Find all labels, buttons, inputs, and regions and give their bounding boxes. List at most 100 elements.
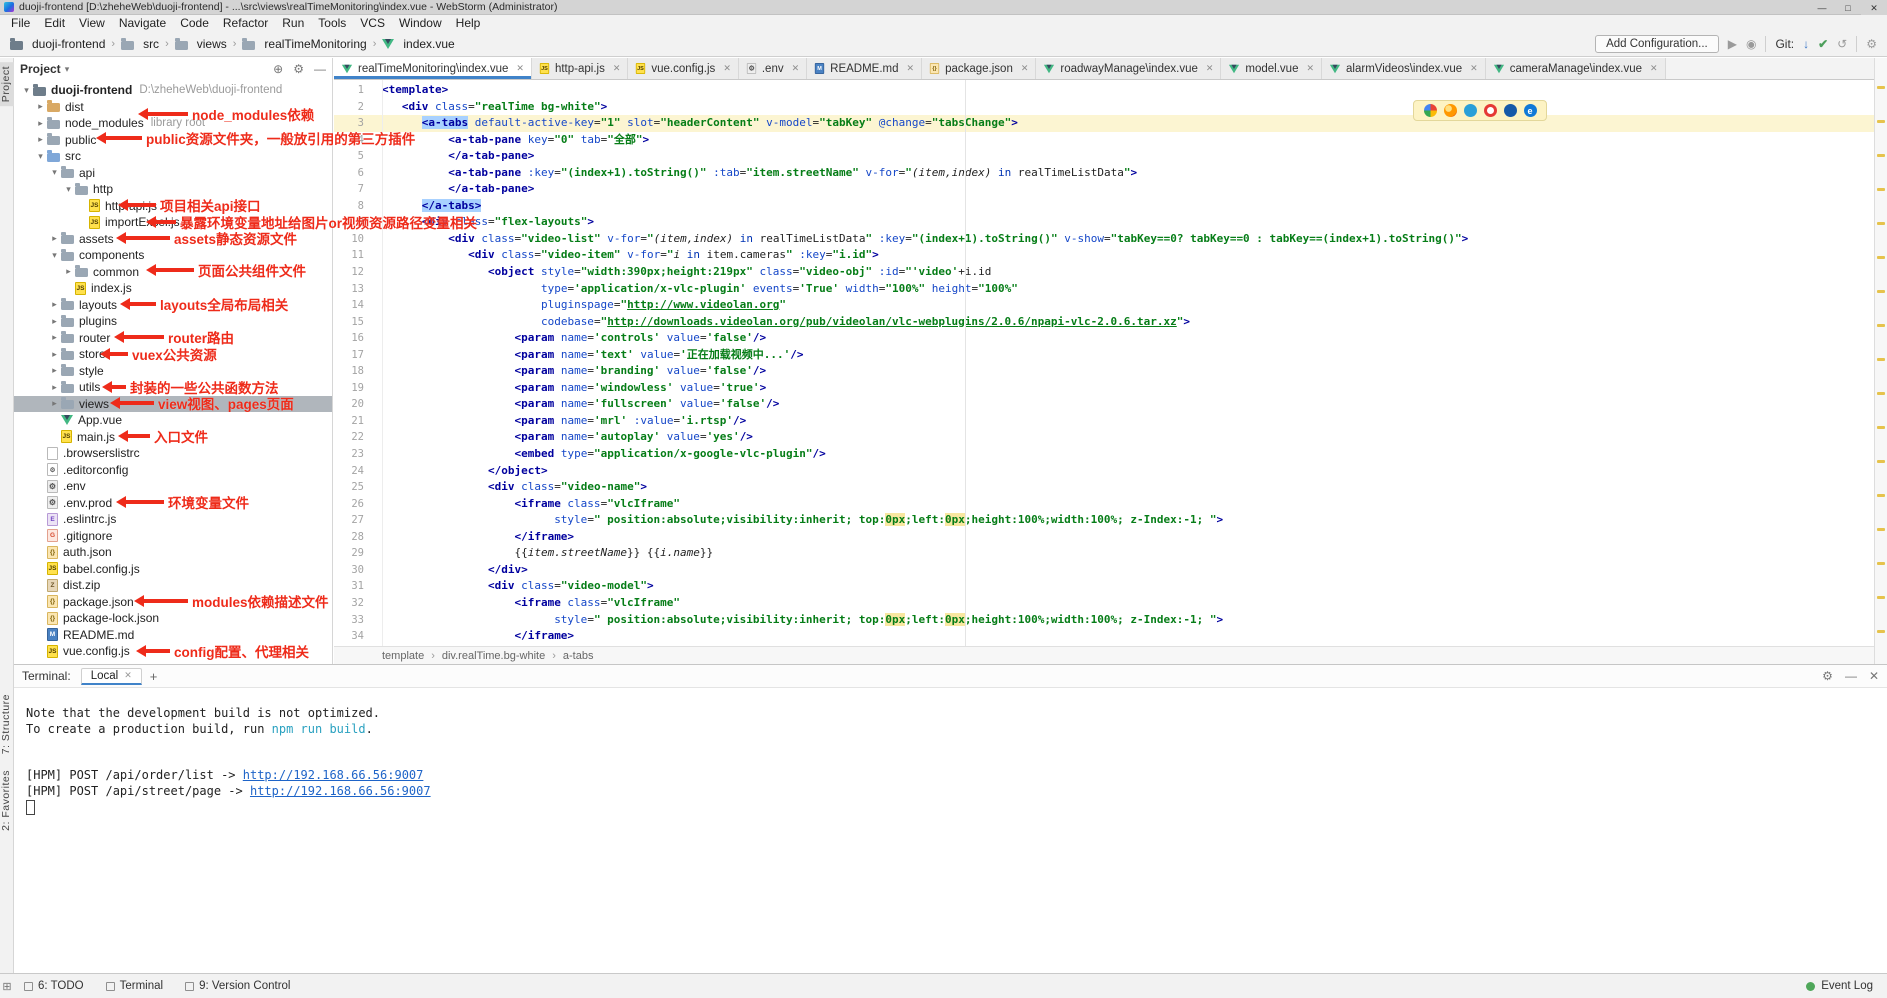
tree-item-duoji-frontend[interactable]: ▾duoji-frontendD:\zheheWeb\duoji-fronten… [14,82,332,99]
code-line-21[interactable]: 21 <param name='mrl' :value='i.rtsp'/> [334,413,1874,430]
menu-item-code[interactable]: Code [173,15,216,32]
minimize-button[interactable]: — [1809,0,1835,15]
breadcrumb-duoji-frontend[interactable]: duoji-frontend [8,36,107,52]
warning-mark[interactable] [1877,494,1885,497]
code-line-2[interactable]: 2 <div class="realTime bg-white"> [334,99,1874,116]
code-line-20[interactable]: 20 <param name='fullscreen' value='false… [334,396,1874,413]
code-line-1[interactable]: 1<template> [334,82,1874,99]
editor-crumb-div-realtime-bg-white[interactable]: div.realTime.bg-white [442,650,545,662]
tree-item-style[interactable]: ▸style [14,363,332,380]
tree-item-gitignore[interactable]: G.gitignore [14,528,332,545]
warning-mark[interactable] [1877,256,1885,259]
firefox-icon[interactable] [1444,104,1457,117]
safari-icon[interactable] [1464,104,1477,117]
tree-item-public[interactable]: ▸public [14,132,332,149]
tree-item-env[interactable]: ⚙.env [14,478,332,495]
code-line-14[interactable]: 14 pluginspage="http://www.videolan.org" [334,297,1874,314]
tree-item-browserslistrc[interactable]: .browserslistrc [14,445,332,462]
code-line-17[interactable]: 17 <param name='text' value='正在加载视频中...'… [334,347,1874,364]
code-line-10[interactable]: 10 <div class="video-list" v-for="(item,… [334,231,1874,248]
code-line-15[interactable]: 15 codebase="http://downloads.videolan.o… [334,314,1874,331]
tree-item-api[interactable]: ▾api [14,165,332,182]
tree-item-readme-md[interactable]: MREADME.md [14,627,332,644]
tool-button-favorites[interactable]: 2: Favorites [0,766,14,835]
tree-item-auth-json[interactable]: {}auth.json [14,544,332,561]
settings-gear-icon[interactable]: ⚙ [1866,37,1877,51]
close-icon[interactable]: ✕ [907,63,915,74]
close-icon[interactable]: ✕ [516,63,524,74]
edge-icon[interactable]: e [1524,104,1537,117]
warning-mark[interactable] [1877,120,1885,123]
code-line-6[interactable]: 6 <a-tab-pane :key="(index+1).toString()… [334,165,1874,182]
warning-mark[interactable] [1877,86,1885,89]
code-line-25[interactable]: 25 <div class="video-name"> [334,479,1874,496]
close-icon[interactable]: ✕ [1650,63,1658,74]
error-stripe[interactable] [1874,58,1887,664]
code-line-11[interactable]: 11 <div class="video-item" v-for="i in i… [334,247,1874,264]
close-icon[interactable]: ✕ [792,63,800,74]
code-line-8[interactable]: 8 </a-tabs> [334,198,1874,215]
tree-item-plugins[interactable]: ▸plugins [14,313,332,330]
project-panel-title[interactable]: Project [20,62,61,76]
code-line-7[interactable]: 7 </a-tab-pane> [334,181,1874,198]
tool-button-structure[interactable]: 7: Structure [0,690,14,758]
tree-item-main-js[interactable]: JSmain.js [14,429,332,446]
code-line-34[interactable]: 34 </iframe> [334,628,1874,645]
warning-mark[interactable] [1877,562,1885,565]
yandex-icon[interactable] [1504,104,1517,117]
code-line-33[interactable]: 33 style=" position:absolute;visibility:… [334,612,1874,629]
new-terminal-icon[interactable]: + [150,669,158,684]
tab-cameramanage-index-vue[interactable]: cameraManage\index.vue✕ [1486,58,1666,79]
tree-item-node-modules[interactable]: ▸node_moduleslibrary root [14,115,332,132]
tab-package-json[interactable]: {}package.json✕ [922,58,1036,79]
tree-item-vue-config-js[interactable]: JSvue.config.js [14,643,332,660]
tree-item-babel-config-js[interactable]: JSbabel.config.js [14,561,332,578]
warning-mark[interactable] [1877,460,1885,463]
tree-item-store[interactable]: ▸store [14,346,332,363]
warning-mark[interactable] [1877,426,1885,429]
terminal-link[interactable]: http://192.168.66.56:9007 [250,784,431,798]
opera-icon[interactable] [1484,104,1497,117]
tree-item-src[interactable]: ▾src [14,148,332,165]
terminal-link[interactable]: http://192.168.66.56:9007 [243,768,424,782]
minimize-panel-icon[interactable]: — [1845,669,1857,683]
tree-item-package-lock-json[interactable]: {}package-lock.json [14,610,332,627]
breadcrumb-realtimemonitoring[interactable]: realTimeMonitoring [240,36,368,52]
tab-model-vue[interactable]: model.vue✕ [1221,58,1322,79]
code-line-29[interactable]: 29 {{item.streetName}} {{i.name}} [334,545,1874,562]
terminal-tab-local[interactable]: Local ✕ [81,668,142,685]
code-line-24[interactable]: 24 </object> [334,463,1874,480]
tree-item-components[interactable]: ▾components [14,247,332,264]
tree-item-router[interactable]: ▸router [14,330,332,347]
warning-mark[interactable] [1877,188,1885,191]
debug-icon[interactable]: ◉ [1746,37,1756,51]
gear-icon[interactable]: ⚙ [293,62,304,76]
menu-item-edit[interactable]: Edit [37,15,72,32]
status-item-terminal[interactable]: Terminal [106,980,163,992]
code-line-23[interactable]: 23 <embed type="application/x-google-vlc… [334,446,1874,463]
breadcrumb-views[interactable]: views [173,36,229,52]
code-line-32[interactable]: 32 <iframe class="vlcIframe" [334,595,1874,612]
hide-panel-icon[interactable]: — [314,62,326,76]
git-history-icon[interactable]: ↺ [1837,37,1847,51]
warning-mark[interactable] [1877,596,1885,599]
warning-mark[interactable] [1877,290,1885,293]
code-line-16[interactable]: 16 <param name='controls' value='false'/… [334,330,1874,347]
code-line-9[interactable]: 9 <div class="flex-layouts"> [334,214,1874,231]
terminal-output[interactable]: Note that the development build is not o… [14,688,1887,815]
close-panel-icon[interactable]: ✕ [1869,669,1879,683]
tab-vue-config-js[interactable]: JSvue.config.js✕ [628,58,738,79]
code-line-28[interactable]: 28 </iframe> [334,529,1874,546]
code-line-19[interactable]: 19 <param name='windowless' value='true'… [334,380,1874,397]
tab-alarmvideos-index-vue[interactable]: alarmVideos\index.vue✕ [1322,58,1486,79]
tree-item-index-js[interactable]: JSindex.js [14,280,332,297]
close-icon[interactable]: ✕ [613,63,621,74]
tree-item-env-prod[interactable]: ⚙.env.prod [14,495,332,512]
warning-mark[interactable] [1877,630,1885,633]
maximize-button[interactable]: □ [1835,0,1861,15]
code-line-3[interactable]: 3 <a-tabs default-active-key="1" slot="h… [334,115,1874,132]
code-line-12[interactable]: 12 <object style="width:390px;height:219… [334,264,1874,281]
editor-crumb-a-tabs[interactable]: a-tabs [563,650,594,662]
tree-item-utils[interactable]: ▸utils [14,379,332,396]
close-icon[interactable]: ✕ [124,670,132,681]
